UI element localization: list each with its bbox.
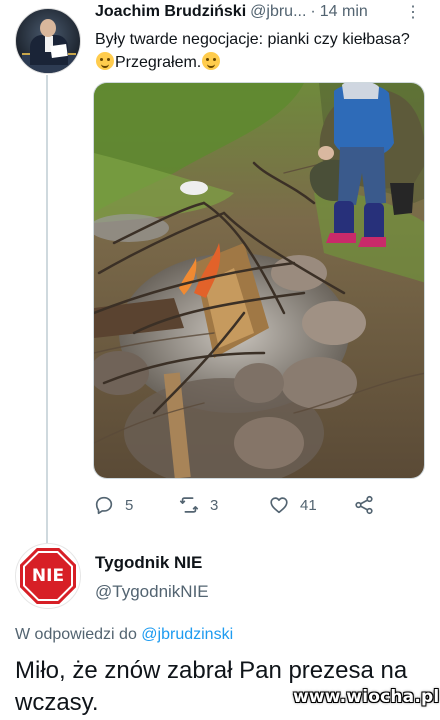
reply-button[interactable]: 5 bbox=[93, 490, 133, 520]
retweet-icon bbox=[179, 497, 199, 513]
replied-user-link[interactable]: @jbrudzinski bbox=[141, 626, 233, 643]
site-watermark: www.wiocha.pl bbox=[293, 687, 440, 707]
logo-text: NIE bbox=[25, 553, 71, 599]
share-button[interactable] bbox=[353, 490, 375, 520]
tweet-text-part1: Były twarde negocjacje: pianki czy kiełb… bbox=[95, 31, 410, 48]
separator-dot: · bbox=[310, 3, 316, 20]
thinking-face-emoji bbox=[96, 52, 114, 70]
replying-to-line: W odpowiedzi do @jbrudzinski bbox=[15, 626, 233, 644]
tweet-actions: 5 3 41 bbox=[93, 490, 423, 520]
retweet-count: 3 bbox=[210, 496, 219, 514]
tweet-text-part2: Przegrałem. bbox=[115, 54, 202, 71]
original-tweet[interactable]: Joachim Brudziński @jbru... · 14 min ⋮ Były… bbox=[0, 0, 440, 545]
share-icon bbox=[355, 495, 373, 515]
reply-count: 5 bbox=[125, 496, 134, 514]
reply-icon bbox=[95, 496, 113, 515]
reply-author-name[interactable]: Tygodnik NIE bbox=[95, 553, 202, 573]
more-options-icon[interactable]: ⋮ bbox=[405, 5, 421, 24]
like-button[interactable]: 41 bbox=[268, 490, 317, 520]
like-count: 41 bbox=[300, 496, 317, 514]
author-avatar[interactable] bbox=[15, 8, 81, 74]
reply-author-handle[interactable]: @TygodnikNIE bbox=[95, 582, 209, 602]
tweet-time[interactable]: 14 min bbox=[320, 3, 368, 20]
tygodnik-nie-avatar[interactable]: NIE bbox=[15, 543, 81, 609]
campfire-photo bbox=[94, 83, 424, 478]
author-handle[interactable]: @jbru... bbox=[250, 3, 306, 20]
thread-connector-line bbox=[46, 75, 48, 545]
author-name[interactable]: Joachim Brudziński bbox=[95, 3, 246, 20]
heart-icon bbox=[270, 497, 288, 514]
reply-prefix: W odpowiedzi do bbox=[15, 626, 137, 643]
tweet-text: Były twarde negocjacje: pianki czy kiełb… bbox=[95, 28, 425, 74]
retweet-button[interactable]: 3 bbox=[178, 490, 218, 520]
tweet-header: Joachim Brudziński @jbru... · 14 min bbox=[95, 3, 425, 27]
stop-sign-logo: NIE bbox=[20, 548, 76, 604]
winking-face-emoji bbox=[202, 52, 221, 70]
tweet-photo[interactable] bbox=[93, 82, 425, 479]
